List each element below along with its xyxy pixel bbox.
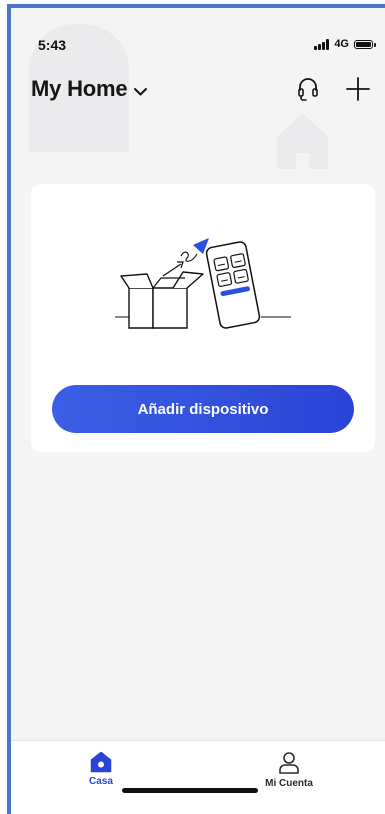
support-button[interactable] [295, 76, 321, 102]
tab-label-mi-cuenta: Mi Cuenta [265, 778, 313, 789]
tab-mi-cuenta[interactable]: Mi Cuenta [244, 751, 334, 789]
empty-devices-card: Añadir dispositivo [31, 184, 375, 452]
page-title: My Home [31, 76, 128, 101]
home-icon [90, 751, 112, 773]
status-indicators: 4G [314, 38, 376, 50]
headset-icon [298, 78, 318, 101]
status-bar: 5:43 4G [11, 8, 385, 53]
bottom-tab-bar: Casa Mi Cuenta [11, 740, 385, 814]
signal-icon [314, 38, 330, 50]
network-type: 4G [334, 38, 349, 50]
app-screen: 5:43 4G My Home Añadir dispositivo Casa … [7, 4, 385, 814]
add-device-button[interactable]: Añadir dispositivo [52, 385, 354, 433]
tab-label-casa: Casa [89, 776, 113, 787]
battery-icon [354, 39, 376, 49]
chevron-down-icon [134, 87, 148, 95]
screen: 5:43 4G My Home Añadir dispositivo Casa … [0, 0, 385, 814]
add-device-illustration [115, 238, 291, 329]
tab-casa[interactable]: Casa [56, 751, 146, 787]
header-actions [295, 76, 371, 102]
user-icon [279, 752, 299, 774]
status-time: 5:43 [38, 37, 67, 53]
add-button[interactable] [345, 76, 371, 102]
home-selector[interactable]: My Home [31, 76, 148, 102]
home-indicator[interactable] [122, 788, 258, 793]
house-watermark-icon [277, 113, 328, 169]
plus-icon [346, 77, 370, 101]
